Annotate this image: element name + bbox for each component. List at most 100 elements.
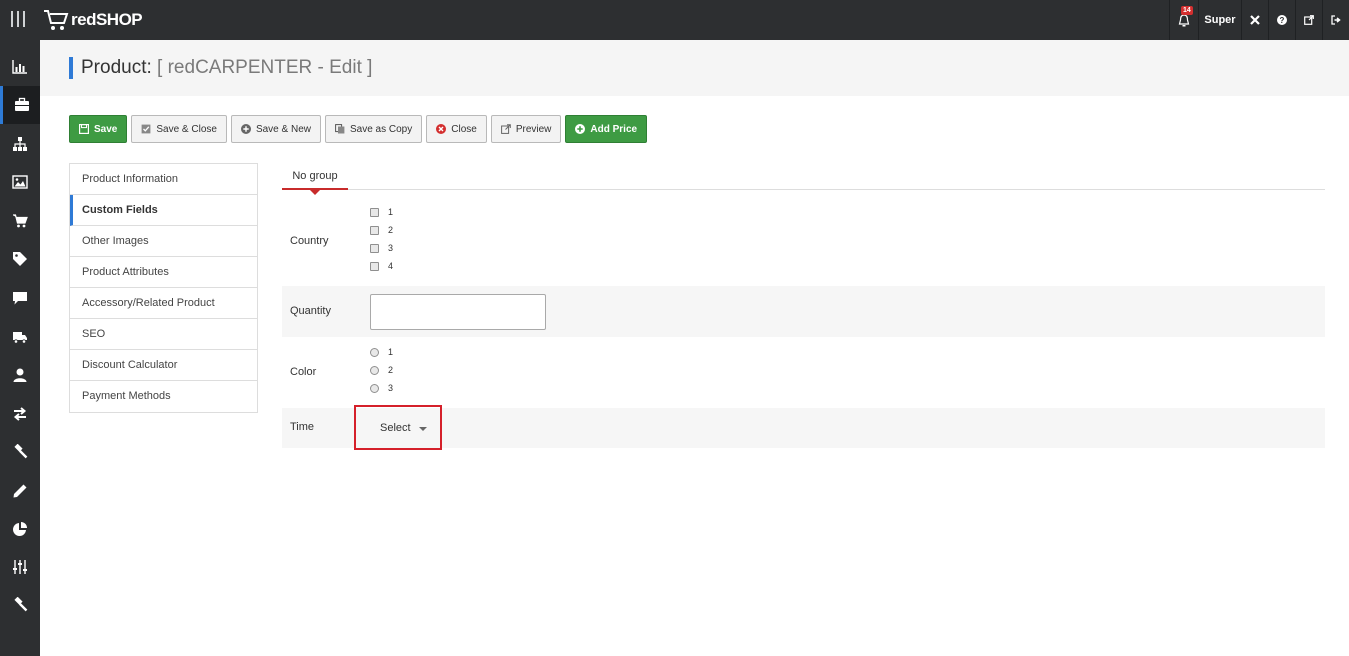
country-option-label: 2 [388, 225, 394, 235]
time-label: Time [290, 421, 315, 433]
country-option-1[interactable]: 1 [370, 206, 393, 218]
redshop-logo[interactable]: redSHOP [42, 6, 143, 34]
active-tab-caret [310, 190, 320, 195]
toolbar: Save Save & Close Save & New Save as Cop… [69, 115, 648, 143]
field-row-country: Country 1 2 3 4 [282, 200, 1325, 286]
logout-icon [1331, 15, 1341, 25]
external-link-icon [500, 124, 511, 134]
tab-no-group[interactable]: No group [282, 163, 348, 190]
external-site-button[interactable] [1295, 0, 1322, 40]
page-title-prefix: Product: [81, 57, 152, 78]
add-price-label: Add Price [590, 123, 638, 135]
save-label: Save [94, 123, 118, 135]
sidebar-item-users[interactable] [0, 356, 40, 394]
tab-accessory-related-product[interactable]: Accessory/Related Product [70, 288, 257, 319]
pencil-icon [13, 484, 27, 498]
save-button[interactable]: Save [69, 115, 128, 143]
external-link-icon [1304, 15, 1314, 25]
sidebar-item-shipping[interactable] [0, 318, 40, 356]
tab-other-images[interactable]: Other Images [70, 226, 257, 257]
menu-toggle-icon[interactable] [11, 11, 25, 27]
add-price-button[interactable]: Add Price [565, 115, 648, 143]
color-option-label: 3 [388, 383, 394, 393]
save-close-button[interactable]: Save & Close [131, 115, 227, 143]
save-new-button[interactable]: Save & New [230, 115, 321, 143]
close-button[interactable]: Close [426, 115, 487, 143]
country-label: Country [290, 235, 329, 247]
tab-product-information[interactable]: Product Information [70, 164, 257, 195]
sidebar-item-orders[interactable] [0, 202, 40, 240]
bell-icon [1178, 13, 1190, 26]
color-radio-3[interactable] [370, 383, 379, 393]
color-option-1[interactable]: 1 [370, 346, 393, 358]
image-icon [12, 175, 28, 189]
times-circle-icon [436, 124, 447, 134]
user-menu[interactable]: Super [1198, 0, 1241, 40]
sidebar-item-import-export[interactable] [0, 395, 40, 433]
highlight-box [354, 405, 442, 450]
color-label: Color [290, 366, 317, 378]
help-icon: ? [1277, 15, 1287, 25]
sliders-icon [13, 560, 27, 574]
sidebar-item-wizard[interactable] [0, 586, 40, 624]
field-group-tabs: No group [282, 163, 1325, 195]
sidebar-item-media[interactable] [0, 163, 40, 201]
sidebar-item-dashboard[interactable] [0, 48, 40, 86]
quantity-textarea[interactable] [370, 294, 546, 330]
plus-circle-icon [575, 124, 586, 134]
sidebar-item-statistics[interactable] [0, 510, 40, 548]
logout-button[interactable] [1322, 0, 1349, 40]
country-checkbox-1[interactable] [370, 207, 379, 217]
sitemap-icon [13, 137, 27, 151]
sidebar-item-customization[interactable] [0, 472, 40, 510]
truck-icon [13, 332, 27, 344]
product-tabs: Product Information Custom Fields Other … [69, 163, 258, 413]
preview-button[interactable]: Preview [490, 115, 562, 143]
color-option-3[interactable]: 3 [370, 382, 393, 394]
sidebar-item-tools[interactable] [0, 433, 40, 471]
sidebar [0, 40, 40, 656]
color-option-2[interactable]: 2 [370, 364, 393, 376]
save-new-label: Save & New [255, 123, 311, 135]
joomla-button[interactable] [1241, 0, 1268, 40]
sidebar-item-categories[interactable] [0, 125, 40, 163]
page-header: Product: [ redCARPENTER - Edit ] [40, 40, 1349, 96]
page-title-subtitle: [ redCARPENTER - Edit ] [157, 57, 373, 78]
tab-seo[interactable]: SEO [70, 319, 257, 350]
gavel-icon [14, 444, 28, 459]
sidebar-item-communication[interactable] [0, 279, 40, 317]
save-copy-button[interactable]: Save as Copy [324, 115, 423, 143]
country-option-2[interactable]: 2 [370, 224, 393, 236]
color-radio-1[interactable] [370, 347, 379, 357]
notifications-badge: 14 [1181, 6, 1193, 15]
sidebar-item-products[interactable] [0, 86, 40, 124]
color-radio-2[interactable] [370, 365, 379, 375]
sidebar-item-discounts[interactable] [0, 240, 40, 278]
quantity-label: Quantity [290, 305, 331, 317]
user-icon [13, 368, 27, 382]
tab-discount-calculator[interactable]: Discount Calculator [70, 350, 257, 381]
country-option-label: 1 [388, 207, 394, 217]
logo-text: redSHOP [71, 10, 143, 29]
country-checkbox-4[interactable] [370, 261, 379, 271]
field-row-color: Color 1 2 3 [282, 337, 1325, 408]
cart-logo-icon [44, 10, 69, 30]
country-checkbox-2[interactable] [370, 225, 379, 235]
plus-circle-icon [240, 124, 251, 134]
tab-product-attributes[interactable]: Product Attributes [70, 257, 257, 288]
country-option-4[interactable]: 4 [370, 260, 393, 272]
briefcase-icon [14, 97, 29, 111]
country-checkbox-3[interactable] [370, 243, 379, 253]
tab-payment-methods[interactable]: Payment Methods [70, 381, 257, 412]
tab-custom-fields[interactable]: Custom Fields [70, 195, 257, 226]
save-close-label: Save & Close [156, 123, 217, 135]
notifications-button[interactable]: 14 [1169, 0, 1198, 40]
copy-icon [335, 124, 345, 134]
tag-icon [13, 252, 27, 266]
sidebar-item-configuration[interactable] [0, 548, 40, 586]
help-button[interactable]: ? [1268, 0, 1295, 40]
close-label: Close [451, 123, 477, 135]
page-title: Product: [ redCARPENTER - Edit ] [69, 57, 372, 79]
country-option-3[interactable]: 3 [370, 242, 393, 254]
top-bar: redSHOP 14 Super ? [0, 0, 1349, 40]
